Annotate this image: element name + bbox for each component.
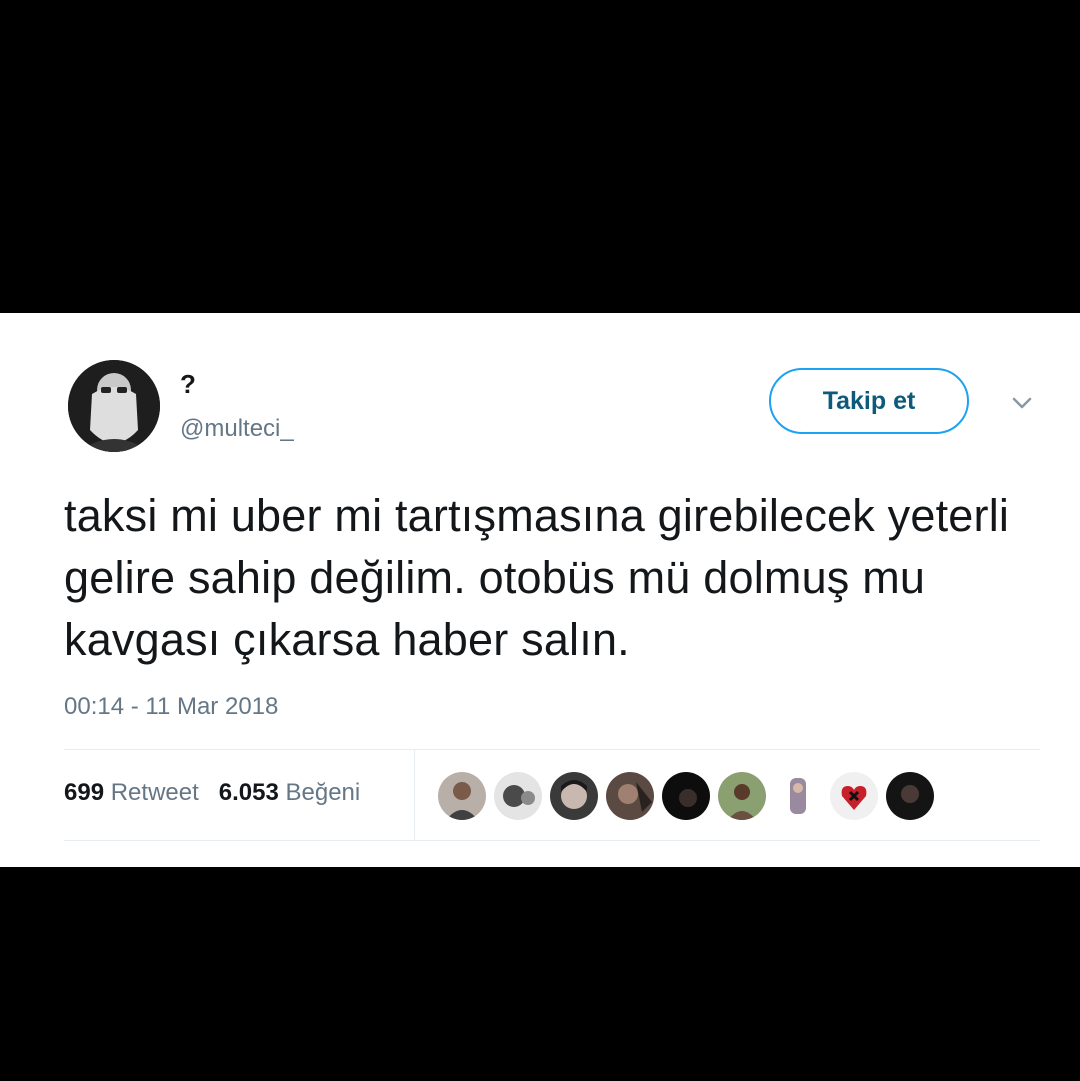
tweet-text: taksi mi uber mi tartışmasına girebilece… — [64, 490, 1010, 665]
like-label: Beğeni — [285, 779, 361, 806]
retweet-label: Retweet — [110, 779, 199, 806]
user-handle[interactable]: @multeci_ — [180, 415, 294, 443]
tweet-timestamp[interactable]: 00:14 - 11 Mar 2018 — [64, 693, 278, 721]
liker-avatar[interactable] — [662, 772, 710, 820]
follow-button[interactable]: Takip et — [769, 368, 969, 434]
liker-avatar[interactable] — [830, 772, 878, 820]
retweet-stat[interactable]: 699 Retweet — [64, 779, 199, 806]
tweet-stats: 699 Retweet 6.053 Beğeni — [64, 779, 360, 807]
liker-avatar[interactable] — [438, 772, 486, 820]
liker-avatar[interactable] — [886, 772, 934, 820]
chevron-down-icon[interactable] — [1008, 393, 1036, 413]
liker-avatar[interactable] — [550, 772, 598, 820]
divider — [414, 750, 415, 840]
retweet-count: 699 — [64, 779, 105, 806]
like-count: 6.053 — [218, 779, 279, 806]
liker-avatar[interactable] — [718, 772, 766, 820]
divider — [64, 749, 1040, 750]
divider — [64, 840, 1040, 841]
follow-button-label: Takip et — [822, 386, 916, 415]
liker-avatar[interactable] — [774, 772, 822, 820]
display-name[interactable]: ? — [180, 369, 196, 400]
liker-avatars — [438, 772, 934, 820]
profile-avatar[interactable] — [68, 360, 160, 452]
tweet-card: ? @multeci_ Takip et taksi mi uber mi ta… — [0, 313, 1080, 867]
liker-avatar[interactable] — [606, 772, 654, 820]
like-stat[interactable]: 6.053 Beğeni — [219, 779, 360, 806]
liker-avatar[interactable] — [494, 772, 542, 820]
